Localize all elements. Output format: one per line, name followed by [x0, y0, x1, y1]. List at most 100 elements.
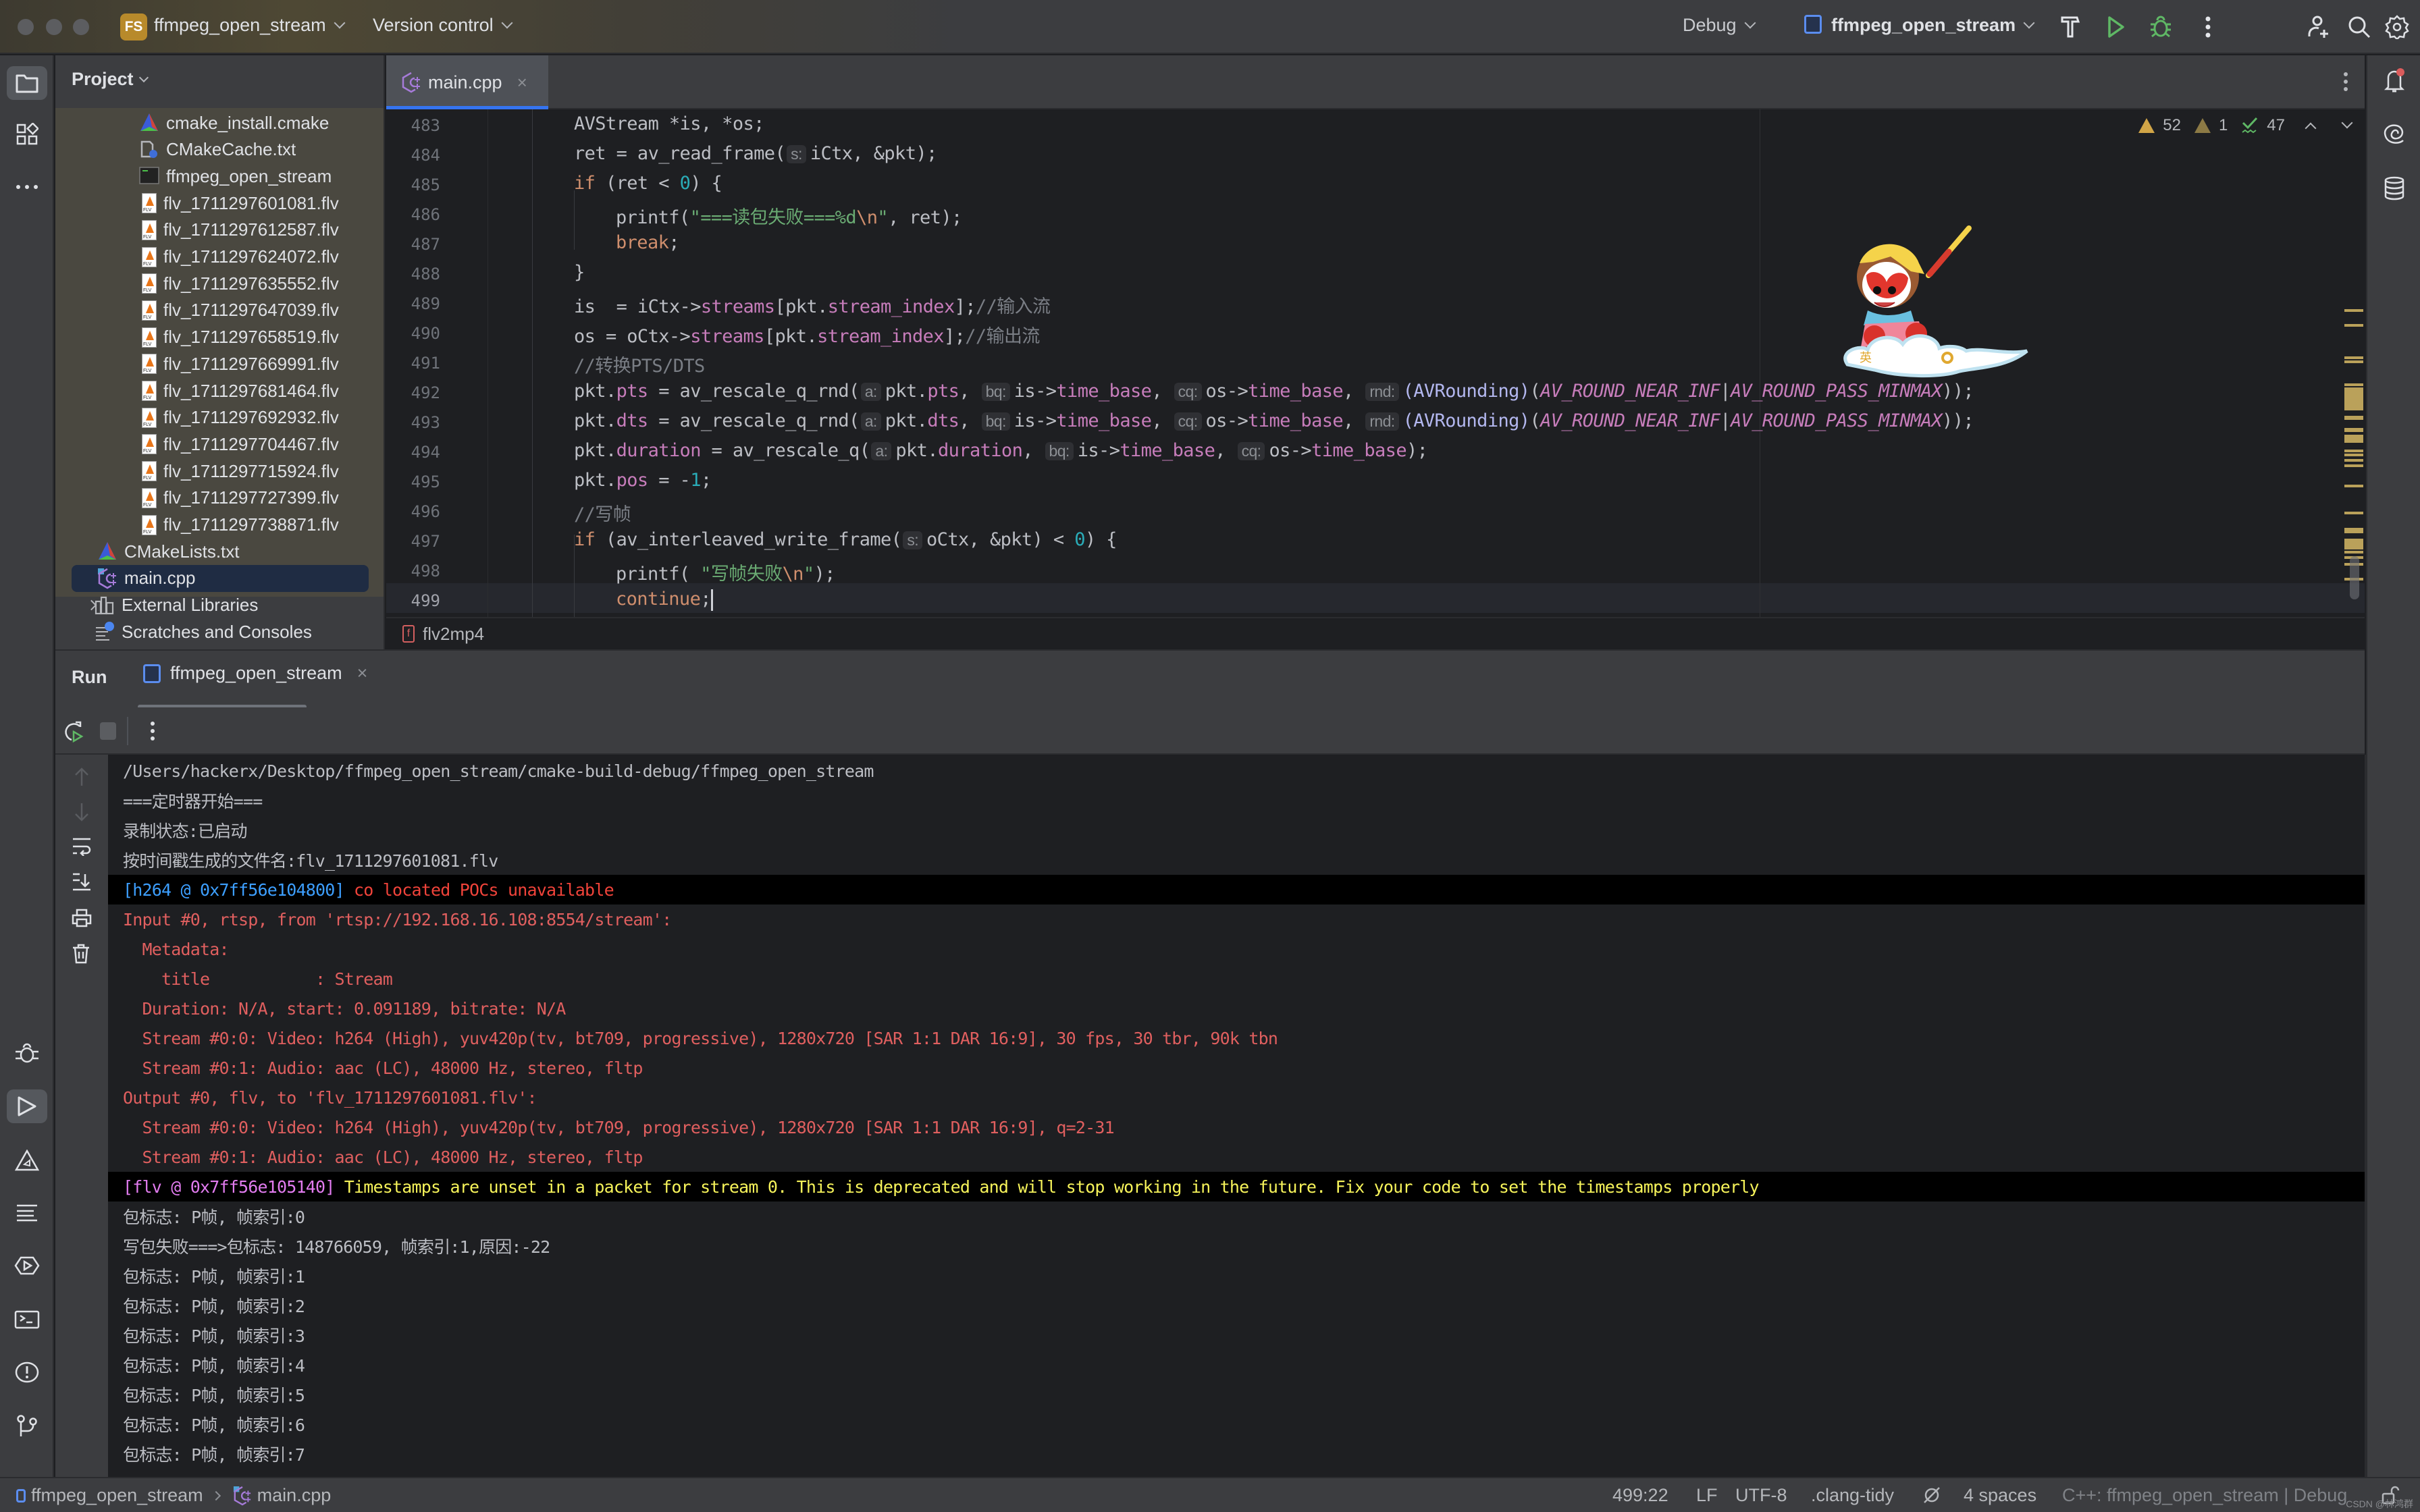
- error-stripe-mark[interactable]: [2344, 551, 2363, 554]
- rerun-icon[interactable]: [62, 720, 85, 746]
- file-encoding[interactable]: UTF-8: [1735, 1485, 1787, 1506]
- resolve-context[interactable]: C++: ffmpeg_open_stream | Debug: [2062, 1485, 2347, 1506]
- settings-icon[interactable]: [2384, 14, 2411, 40]
- notifications-icon[interactable]: [2374, 63, 2415, 97]
- error-stripe-mark[interactable]: [2344, 435, 2363, 443]
- debug-icon[interactable]: [2147, 14, 2174, 40]
- tree-item[interactable]: flv_1711297692932.flv: [139, 404, 339, 431]
- tree-item[interactable]: flv_1711297612587.flv: [139, 217, 339, 244]
- no-inspections-icon[interactable]: [1922, 1485, 1942, 1510]
- error-stripe-mark[interactable]: [2344, 356, 2363, 359]
- tree-item[interactable]: Scratches and Consoles: [95, 618, 312, 645]
- services-icon[interactable]: [7, 1249, 47, 1282]
- run-icon[interactable]: [2103, 14, 2130, 40]
- error-stripe-mark[interactable]: [2344, 459, 2363, 462]
- code-editor[interactable]: 483 484 485 486 487 488 489 490 491 492 493 494 495 4…: [386, 109, 2365, 617]
- vcs-menu[interactable]: Version control: [373, 15, 513, 36]
- error-stripe-mark[interactable]: [2344, 528, 2363, 533]
- stop-icon[interactable]: [100, 722, 116, 740]
- tree-item[interactable]: flv_1711297601081.flv: [139, 190, 339, 217]
- add-user-icon[interactable]: [2305, 14, 2332, 40]
- error-stripe-mark[interactable]: [2344, 464, 2363, 467]
- tree-item[interactable]: flv_1711297635552.flv: [139, 270, 339, 297]
- error-stripe-mark[interactable]: [2344, 428, 2363, 432]
- error-stripe-mark[interactable]: [2344, 324, 2363, 327]
- inspection-widget[interactable]: 52 1 47: [2138, 116, 2353, 135]
- tab-close-icon[interactable]: ×: [517, 72, 527, 93]
- error-stripe-mark[interactable]: [2344, 387, 2363, 410]
- project-folder-icon[interactable]: [7, 66, 47, 100]
- more-icon[interactable]: [2194, 14, 2221, 40]
- caret-position[interactable]: 499:22: [1612, 1485, 1668, 1506]
- build-config-selector[interactable]: Debug: [1683, 15, 1756, 36]
- window-minimize-button[interactable]: [46, 19, 62, 35]
- console-scrollbar[interactable]: [2365, 755, 2366, 1477]
- tree-item[interactable]: flv_1711297738871.flv: [139, 512, 339, 539]
- error-stripe-mark[interactable]: [2344, 360, 2363, 363]
- tree-item[interactable]: ffmpeg_open_stream: [139, 163, 332, 190]
- scroll-down-icon[interactable]: [73, 802, 90, 826]
- error-stripe-mark[interactable]: [2344, 454, 2363, 456]
- tree-item[interactable]: main.cpp: [72, 564, 369, 592]
- tree-item[interactable]: flv_1711297658519.flv: [139, 324, 339, 351]
- run-tab-close-icon[interactable]: ×: [357, 663, 368, 684]
- tab-main-cpp[interactable]: main.cpp ×: [386, 55, 548, 109]
- search-icon[interactable]: [2346, 14, 2373, 40]
- tree-item[interactable]: flv_1711297669991.flv: [139, 350, 339, 377]
- tree-item[interactable]: cmake_install.cmake: [139, 109, 329, 136]
- crumb-file[interactable]: main.cpp: [257, 1485, 332, 1506]
- indent-setting[interactable]: 4 spaces: [1964, 1485, 2036, 1506]
- print-icon[interactable]: [72, 909, 92, 931]
- error-stripe-mark[interactable]: [2344, 416, 2363, 420]
- error-stripe-mark[interactable]: [2344, 539, 2363, 549]
- run-tool-icon[interactable]: [7, 1089, 47, 1123]
- run-config-selector[interactable]: ffmpeg_open_stream: [1804, 14, 2035, 36]
- project-switcher[interactable]: ffmpeg_open_stream: [154, 15, 346, 36]
- console-output[interactable]: /Users/hackerx/Desktop/ffmpeg_open_strea…: [108, 755, 2365, 1477]
- problems-icon[interactable]: [7, 1355, 47, 1389]
- structure-icon[interactable]: [7, 117, 47, 151]
- database-icon[interactable]: [2374, 171, 2415, 205]
- hammer-icon[interactable]: [2057, 14, 2084, 40]
- run-tab[interactable]: ffmpeg_open_stream ×: [143, 663, 367, 684]
- scroll-up-icon[interactable]: [73, 767, 90, 790]
- error-stripe-mark[interactable]: [2344, 512, 2363, 514]
- error-stripe-mark[interactable]: [2344, 309, 2363, 312]
- breadcrumb-function[interactable]: flv2mp4: [423, 624, 484, 645]
- tree-item[interactable]: flv_1711297681464.flv: [139, 377, 339, 404]
- error-stripe-mark[interactable]: [2344, 485, 2363, 487]
- window-close-button[interactable]: [18, 19, 34, 35]
- tree-item[interactable]: flv_1711297715924.flv: [139, 458, 339, 485]
- tree-item[interactable]: flv_1711297727399.flv: [139, 485, 339, 512]
- cmake-tool-icon[interactable]: [7, 1143, 47, 1177]
- tree-item[interactable]: CMakeLists.txt: [97, 538, 240, 565]
- project-panel-title[interactable]: Project: [72, 69, 149, 90]
- debug-tool-icon[interactable]: [7, 1037, 47, 1071]
- project-badge[interactable]: FS: [120, 14, 147, 40]
- messages-icon[interactable]: [7, 1196, 47, 1230]
- tree-item[interactable]: flv_1711297647039.flv: [139, 297, 339, 324]
- soft-wrap-icon[interactable]: [72, 837, 92, 859]
- previous-highlight-icon[interactable]: [2305, 122, 2317, 134]
- clear-console-icon[interactable]: [72, 944, 90, 967]
- git-icon[interactable]: [7, 1409, 47, 1443]
- editor-scrollbar-thumb[interactable]: [2350, 556, 2359, 599]
- error-stripe-mark[interactable]: [2344, 383, 2363, 386]
- error-stripe-mark[interactable]: [2344, 450, 2363, 452]
- more-tools-icon[interactable]: [7, 170, 47, 204]
- window-zoom-button[interactable]: [73, 19, 89, 35]
- tree-item[interactable]: flv_1711297704467.flv: [139, 431, 339, 458]
- tree-item[interactable]: CMakeCache.txt: [139, 136, 296, 163]
- editor-more-icon[interactable]: [2343, 72, 2348, 95]
- crumb-project[interactable]: ffmpeg_open_stream: [31, 1485, 203, 1506]
- code-style[interactable]: .clang-tidy: [1811, 1485, 1894, 1506]
- tree-item[interactable]: flv_1711297624072.flv: [139, 244, 339, 271]
- editor-breadcrumb[interactable]: f flv2mp4: [386, 617, 2365, 649]
- error-stripe[interactable]: [2344, 109, 2365, 617]
- tree-item[interactable]: External Libraries: [86, 592, 258, 619]
- scroll-to-end-icon[interactable]: [72, 872, 92, 896]
- ai-assistant-icon[interactable]: [2374, 117, 2415, 151]
- run-more-icon[interactable]: [150, 721, 155, 745]
- line-separator[interactable]: LF: [1696, 1485, 1718, 1506]
- terminal-icon[interactable]: [7, 1303, 47, 1336]
